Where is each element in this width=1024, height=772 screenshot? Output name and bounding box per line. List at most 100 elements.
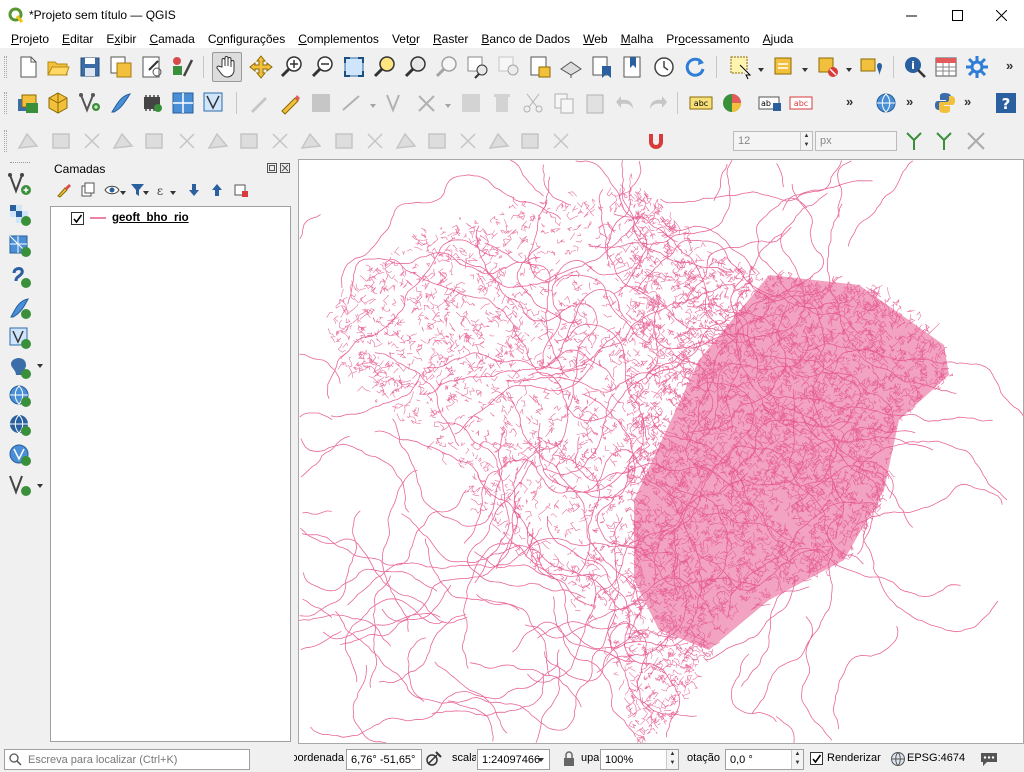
new-map-view-icon[interactable] — [527, 54, 553, 80]
snap-tolerance-spinbox[interactable]: 12 ▲ ▼ — [733, 131, 813, 151]
spin-buttons[interactable]: ▲ ▼ — [800, 132, 812, 150]
attribute-table-edit-icon[interactable] — [458, 90, 484, 116]
messages-icon[interactable] — [980, 751, 998, 767]
modify-attributes-icon[interactable] — [414, 90, 440, 116]
redo-icon[interactable] — [644, 90, 670, 116]
toolbar-overflow-icon[interactable]: » — [906, 94, 913, 109]
select-location-icon[interactable] — [858, 54, 884, 80]
layer-visibility-checkbox[interactable] — [71, 211, 84, 225]
pan-to-selection-icon[interactable] — [248, 54, 274, 80]
toolbar-overflow-icon[interactable]: » — [1006, 58, 1013, 73]
deselect-features-icon[interactable] — [815, 54, 841, 80]
add-mesh-layer-icon[interactable] — [8, 234, 32, 258]
add-group-icon[interactable] — [80, 182, 96, 198]
menu-item-exibir[interactable]: Exibir — [99, 32, 142, 46]
toolbar-overflow-icon[interactable]: » — [846, 94, 853, 109]
expand-all-icon[interactable] — [186, 182, 202, 198]
add-vector-layer-icon[interactable] — [201, 90, 227, 116]
simplify-icon[interactable] — [424, 128, 450, 154]
spin-buttons[interactable]: ▲ ▼ — [666, 750, 678, 769]
toolbar-grip[interactable] — [4, 92, 7, 114]
snap-unit-combobox[interactable]: px — [815, 131, 897, 151]
delete-selected-icon[interactable] — [489, 90, 515, 116]
menu-item-processamento[interactable]: Processamento — [659, 32, 755, 46]
locator-search[interactable]: Escreva para localizar (Ctrl+K) — [4, 749, 250, 770]
chevron-down-icon[interactable] — [801, 66, 809, 74]
chevron-down-icon[interactable] — [757, 66, 765, 74]
reshape-icon[interactable] — [205, 128, 231, 154]
new-virtual-layer-icon[interactable] — [170, 90, 196, 116]
coordinate-field[interactable]: 6,76° -51,65° — [346, 749, 422, 770]
add-raster-layer-icon[interactable] — [8, 203, 32, 227]
menu-item-complementos[interactable]: Complementos — [291, 32, 385, 46]
menu-item-editar[interactable]: Editar — [55, 32, 99, 46]
zoom-next-icon[interactable] — [496, 54, 522, 80]
rotate-icon[interactable] — [517, 128, 543, 154]
rotation-spinbox[interactable]: 0,0 ° ▲ ▼ — [725, 749, 804, 770]
toolbar-overflow-icon[interactable]: » — [964, 94, 971, 109]
chevron-down-icon[interactable] — [845, 66, 853, 74]
fill-ring-icon[interactable] — [110, 128, 136, 154]
add-vector-tile-layer-icon[interactable] — [8, 473, 32, 497]
zoom-last-icon[interactable] — [465, 54, 491, 80]
layer-name[interactable]: geoft_bho_rio — [112, 212, 189, 224]
zoom-to-selection-icon[interactable] — [372, 54, 398, 80]
menu-item-configura-es[interactable]: Configurações — [201, 32, 291, 46]
add-vector-layer-icon[interactable] — [8, 172, 32, 196]
reverse-line-icon[interactable] — [486, 128, 512, 154]
save-project-icon[interactable] — [77, 54, 103, 80]
self-snapping-icon[interactable] — [963, 128, 989, 154]
split-features-icon[interactable] — [267, 128, 293, 154]
layer-diagram-icon[interactable] — [719, 90, 745, 116]
identify-features-icon[interactable]: i — [902, 54, 928, 80]
data-source-manager-icon[interactable] — [15, 90, 41, 116]
chevron-down-icon[interactable] — [142, 189, 150, 197]
new-geopackage-layer-icon[interactable] — [45, 90, 71, 116]
measure-icon[interactable] — [15, 128, 41, 154]
chevron-down-icon[interactable] — [119, 189, 127, 197]
add-postgis-layer-icon[interactable] — [8, 356, 32, 380]
pan-tool-button[interactable] — [212, 52, 242, 82]
cut-features-icon[interactable] — [520, 90, 546, 116]
new-shapefile-layer-icon[interactable] — [77, 90, 103, 116]
add-wms-layer-icon[interactable] — [8, 384, 32, 408]
manage-visibility-icon[interactable] — [104, 182, 120, 198]
help-icon[interactable]: ? — [993, 90, 1019, 116]
snapping-options-icon[interactable] — [931, 128, 957, 154]
add-spatialite-layer-icon[interactable] — [8, 296, 32, 320]
metasearch-icon[interactable] — [873, 90, 899, 116]
rotate-symbol-icon[interactable] — [393, 128, 419, 154]
maximize-button[interactable] — [934, 0, 980, 30]
new-3d-map-view-icon[interactable] — [558, 54, 584, 80]
python-console-icon[interactable] — [932, 90, 958, 116]
toggle-editing-icon[interactable] — [277, 90, 303, 116]
chevron-down-icon[interactable] — [36, 362, 44, 370]
close-panel-icon[interactable] — [280, 163, 290, 173]
new-spatialite-layer-icon[interactable] — [108, 90, 134, 116]
merge-features-icon[interactable] — [331, 128, 357, 154]
chevron-down-icon[interactable] — [36, 482, 44, 490]
chevron-down-icon[interactable] — [169, 189, 177, 197]
render-checkbox[interactable] — [810, 752, 823, 765]
save-layer-edits-icon[interactable] — [308, 90, 334, 116]
current-edits-icon[interactable] — [246, 90, 272, 116]
add-wfs-layer-icon[interactable] — [8, 443, 32, 467]
zoom-full-icon[interactable] — [341, 54, 367, 80]
open-project-icon[interactable] — [45, 54, 71, 80]
toolbar-grip[interactable] — [4, 56, 7, 78]
float-panel-icon[interactable] — [267, 163, 277, 173]
new-memory-layer-icon[interactable] — [139, 90, 165, 116]
menu-item-vetor[interactable]: Vetor — [385, 32, 426, 46]
close-button[interactable] — [978, 0, 1024, 30]
map-canvas[interactable] — [298, 159, 1024, 744]
lock-scale-icon[interactable] — [562, 751, 576, 767]
digitize-line-icon[interactable] — [339, 90, 365, 116]
zoom-in-icon[interactable] — [279, 54, 305, 80]
spin-buttons[interactable]: ▲ ▼ — [791, 750, 803, 769]
filter-by-expression-icon[interactable]: ε — [154, 182, 170, 198]
add-part-icon[interactable] — [455, 128, 481, 154]
new-bookmark-icon[interactable] — [589, 54, 615, 80]
add-delimited-text-icon[interactable] — [8, 265, 32, 289]
paste-features-icon[interactable] — [582, 90, 608, 116]
new-project-icon[interactable] — [15, 54, 41, 80]
